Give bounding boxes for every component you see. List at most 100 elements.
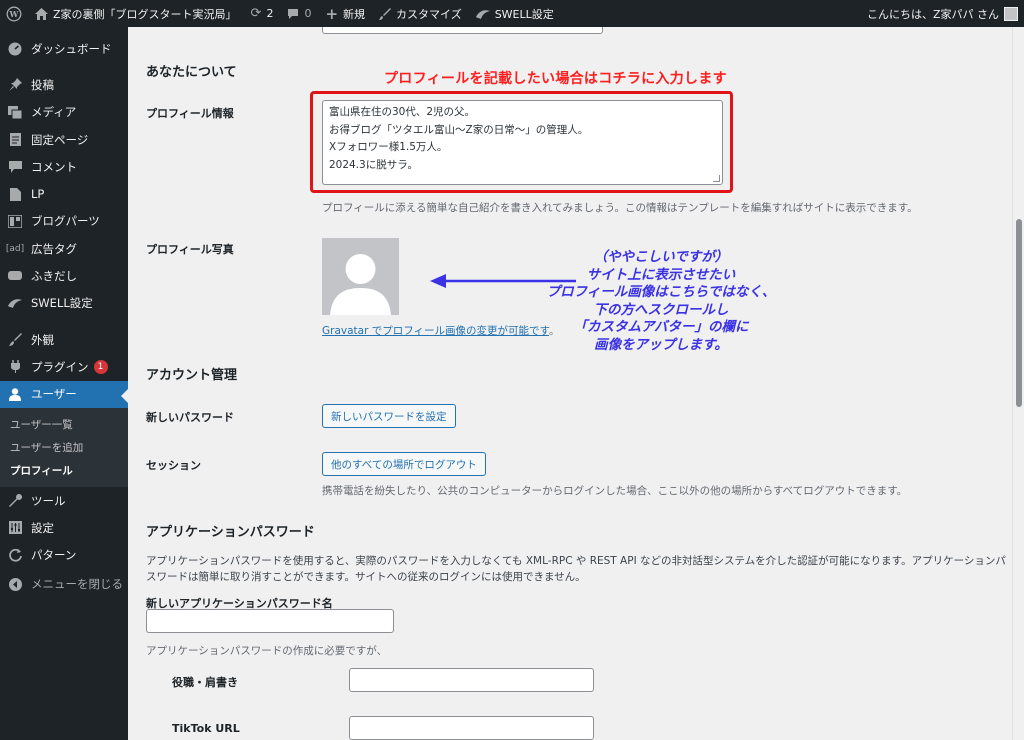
account-heading: アカウント管理 bbox=[146, 368, 238, 383]
pin-icon bbox=[7, 77, 23, 93]
updates-count: 2 bbox=[266, 7, 274, 20]
menu-pages[interactable]: 固定ページ bbox=[0, 126, 128, 153]
menu-patterns-label: パターン bbox=[31, 548, 77, 563]
menu-comments[interactable]: コメント bbox=[0, 153, 128, 180]
collapse-menu-label: メニューを閉じる bbox=[31, 577, 123, 592]
wordpress-logo-icon[interactable]: W bbox=[0, 0, 28, 27]
bio-annotation: プロフィールを記載したい場合はコチラに入力します bbox=[384, 71, 727, 87]
lp-page-icon bbox=[7, 186, 23, 202]
menu-settings-label: 設定 bbox=[31, 520, 54, 535]
plugin-icon bbox=[7, 359, 23, 375]
session-label: セッション bbox=[146, 459, 201, 472]
scrollbar-thumb[interactable] bbox=[1016, 219, 1022, 407]
collapse-arrow-icon bbox=[7, 576, 23, 592]
admin-bar: W Z家の裏側「ブログスタート実況局」 ⟳ 2 0 + 新規 カスタマイズ SW… bbox=[0, 0, 1024, 27]
new-password-label: 新しいパスワード bbox=[146, 411, 234, 424]
menu-swell-settings-label: SWELL設定 bbox=[31, 296, 93, 311]
photo-annotation: （ややこしいですが） サイト上に表示させたい プロフィール画像はこちらではなく、… bbox=[546, 249, 776, 354]
menu-settings[interactable]: 設定 bbox=[0, 514, 128, 541]
balloon-icon bbox=[7, 268, 23, 284]
ad-tag-icon: [ad] bbox=[5, 243, 25, 254]
patterns-icon bbox=[7, 547, 23, 563]
submenu-add-user[interactable]: ユーザーを追加 bbox=[0, 436, 128, 459]
site-name: Z家の裏側「ブログスタート実況局」 bbox=[53, 7, 237, 21]
new-label: 新規 bbox=[343, 7, 366, 21]
menu-users[interactable]: ユーザー bbox=[0, 380, 128, 408]
menu-plugins-label: プラグイン bbox=[31, 359, 89, 374]
main-content: あなたについて プロフィール情報 富山県在住の30代、2児の父。 お得ブログ「ツ… bbox=[128, 27, 1012, 740]
menu-tools[interactable]: ツール bbox=[0, 487, 128, 514]
updates-icon: ⟳ bbox=[250, 6, 262, 21]
menu-blog-parts-label: ブログパーツ bbox=[31, 214, 100, 229]
menu-posts[interactable]: 投稿 bbox=[0, 71, 128, 98]
menu-plugins[interactable]: プラグイン 1 bbox=[0, 353, 128, 380]
session-description: 携帯電話を紛失したり、公共のコンピューターからログインした場合、ここ以外の他の場… bbox=[322, 485, 908, 497]
menu-patterns[interactable]: パターン bbox=[0, 541, 128, 568]
comments-link[interactable]: 0 bbox=[280, 0, 318, 27]
bio-line-2: お得ブログ「ツタエル富山〜Z家の日常〜」の管理人。 bbox=[329, 123, 589, 136]
menu-media[interactable]: メディア bbox=[0, 99, 128, 126]
bio-line-3: Xフォロワー様1.5万人。 bbox=[329, 141, 448, 153]
collapse-menu-button[interactable]: メニューを閉じる bbox=[0, 571, 128, 598]
svg-text:W: W bbox=[9, 9, 20, 19]
wrench-icon bbox=[7, 493, 23, 509]
menu-dashboard-label: ダッシュボード bbox=[31, 41, 112, 56]
logout-everywhere-button[interactable]: 他のすべての場所でログアウト bbox=[322, 452, 486, 476]
new-content-link[interactable]: + 新規 bbox=[318, 0, 372, 27]
menu-tools-label: ツール bbox=[31, 493, 66, 508]
menu-lp-label: LP bbox=[31, 187, 45, 202]
bio-line-4: 2024.3に脱サラ。 bbox=[329, 158, 419, 171]
menu-balloon[interactable]: ふきだし bbox=[0, 262, 128, 289]
plus-icon: + bbox=[325, 4, 339, 23]
photo-annotation-line-3: プロフィール画像はこちらではなく、 bbox=[546, 284, 776, 300]
settings-icon bbox=[7, 520, 23, 536]
about-heading: あなたについて bbox=[146, 65, 237, 80]
menu-appearance[interactable]: 外観 bbox=[0, 326, 128, 353]
customize-link[interactable]: カスタマイズ bbox=[372, 0, 469, 27]
admin-sidebar: ダッシュボード 投稿 メディア 固定ページ コメント LP ブログパーツ [ad… bbox=[0, 27, 128, 740]
menu-pages-label: 固定ページ bbox=[31, 132, 89, 147]
app-passwords-heading: アプリケーションパスワード bbox=[146, 525, 315, 540]
menu-dashboard[interactable]: ダッシュボード bbox=[0, 35, 128, 62]
plugins-update-badge: 1 bbox=[93, 359, 108, 374]
media-icon bbox=[7, 104, 23, 120]
dashboard-icon bbox=[7, 41, 23, 57]
my-account-link[interactable]: こんにちは、Z家パパ さん bbox=[860, 0, 1024, 27]
submenu-profile[interactable]: プロフィール bbox=[0, 459, 128, 482]
app-password-required-note: アプリケーションパスワードの作成に必要ですが、 bbox=[146, 645, 388, 657]
previous-field-input[interactable] bbox=[322, 27, 603, 34]
app-password-name-input[interactable] bbox=[146, 609, 394, 633]
blog-parts-icon bbox=[7, 213, 23, 229]
user-icon bbox=[7, 386, 23, 402]
bio-line-1: 富山県在住の30代、2児の父。 bbox=[329, 106, 476, 118]
tiktok-url-label: TikTok URL bbox=[172, 722, 240, 735]
menu-lp[interactable]: LP bbox=[0, 180, 128, 207]
menu-balloon-label: ふきだし bbox=[31, 269, 77, 284]
site-name-link[interactable]: Z家の裏側「ブログスタート実況局」 bbox=[28, 0, 244, 27]
photo-annotation-line-6: 画像をアップします。 bbox=[594, 336, 728, 353]
menu-media-label: メディア bbox=[31, 105, 77, 120]
submenu-users-list[interactable]: ユーザー一覧 bbox=[0, 413, 128, 436]
resize-grip-icon[interactable] bbox=[713, 175, 720, 182]
job-title-input[interactable] bbox=[349, 668, 594, 692]
swell-settings-link[interactable]: SWELL設定 bbox=[469, 0, 561, 27]
set-new-password-button[interactable]: 新しいパスワードを設定 bbox=[322, 404, 456, 428]
tiktok-url-input[interactable] bbox=[349, 716, 594, 740]
menu-comments-label: コメント bbox=[31, 159, 77, 174]
menu-appearance-label: 外観 bbox=[31, 332, 54, 347]
gravatar-note: Gravatar でプロフィール画像の変更が可能です。 bbox=[322, 323, 559, 338]
page-scrollbar[interactable] bbox=[1012, 27, 1024, 740]
brush-icon bbox=[379, 7, 392, 20]
updates-link[interactable]: ⟳ 2 bbox=[244, 0, 281, 27]
menu-blog-parts[interactable]: ブログパーツ bbox=[0, 208, 128, 235]
page-icon bbox=[7, 132, 23, 148]
appearance-brush-icon bbox=[7, 332, 23, 348]
home-icon bbox=[35, 7, 48, 20]
swell-logo-icon bbox=[7, 295, 23, 311]
gravatar-link[interactable]: Gravatar でプロフィール画像の変更が可能です bbox=[322, 325, 549, 337]
menu-ad-tags[interactable]: [ad] 広告タグ bbox=[0, 235, 128, 262]
bio-textarea[interactable]: 富山県在住の30代、2児の父。 お得ブログ「ツタエル富山〜Z家の日常〜」の管理人… bbox=[322, 100, 723, 185]
menu-swell-settings[interactable]: SWELL設定 bbox=[0, 290, 128, 317]
menu-users-label: ユーザー bbox=[31, 387, 77, 402]
default-avatar-icon bbox=[322, 238, 399, 315]
